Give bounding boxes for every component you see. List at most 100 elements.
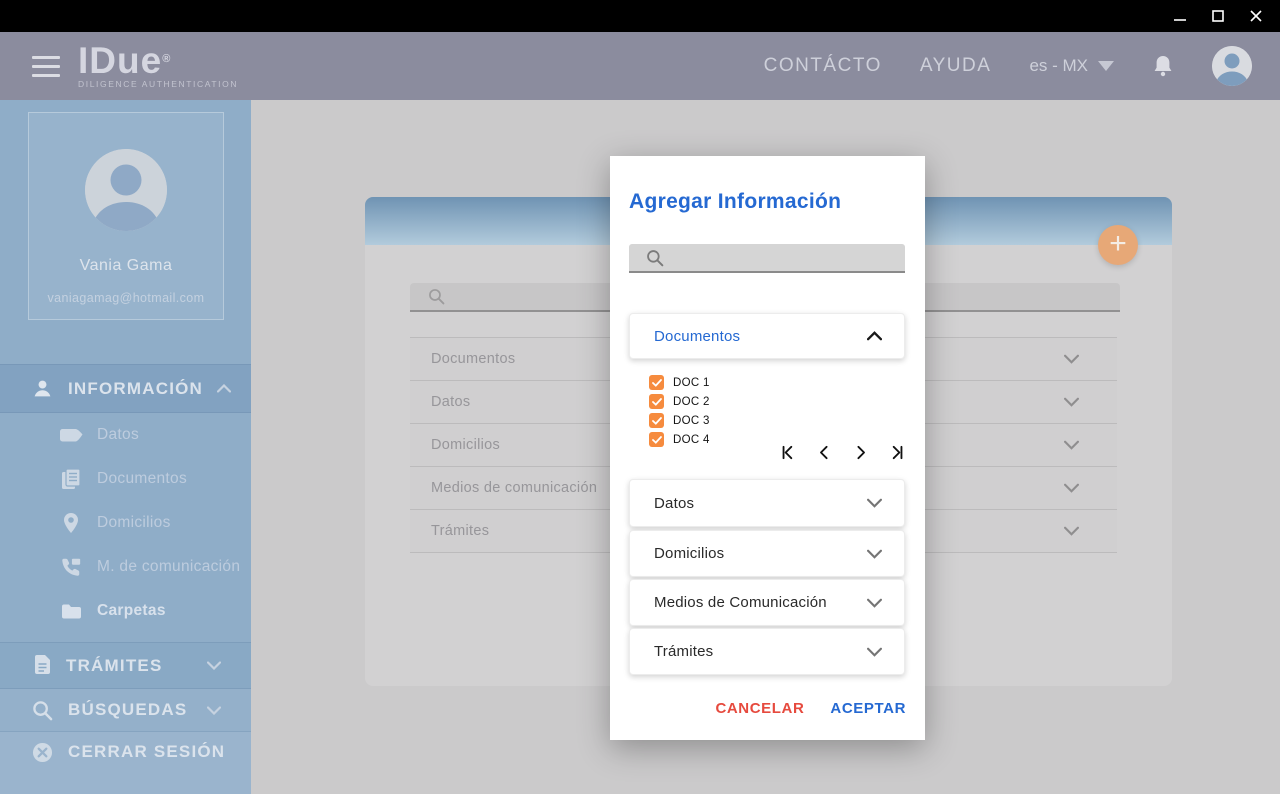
add-information-dialog: Agregar Información Documentos DOC 1 DOC… — [610, 156, 925, 740]
chevron-up-icon — [867, 331, 882, 341]
profile-card: Vania Gama vaniagamag@hotmail.com — [28, 112, 224, 320]
chevron-down-icon — [867, 549, 882, 559]
accordion-label: Documentos — [654, 328, 740, 345]
sidebar-item-documentos[interactable]: Documentos — [0, 457, 251, 501]
chevron-down-icon — [867, 498, 882, 508]
nav-contacto[interactable]: CONTÁCTO — [764, 55, 882, 77]
nav-ayuda[interactable]: AYUDA — [920, 55, 992, 77]
checkbox-checked-icon[interactable] — [649, 375, 664, 390]
row-label: Datos — [431, 394, 470, 410]
checkbox-checked-icon[interactable] — [649, 394, 664, 409]
accordion-tramites[interactable]: Trámites — [629, 628, 905, 675]
doc-checkbox-row[interactable]: DOC 1 — [649, 375, 710, 390]
window-titlebar — [0, 0, 1280, 32]
sidebar-item-label: Domicilios — [97, 514, 171, 532]
close-button[interactable] — [1248, 8, 1264, 24]
sidebar-section-tramites[interactable]: TRÁMITES — [0, 642, 251, 689]
chevron-up-icon — [217, 384, 231, 393]
section-label: BÚSQUEDAS — [68, 700, 187, 720]
profile-name: Vania Gama — [80, 257, 173, 275]
plus-icon: + — [1109, 230, 1127, 258]
sidebar-item-label: Datos — [97, 426, 139, 444]
pagination — [610, 442, 906, 462]
doc-label: DOC 3 — [673, 415, 710, 427]
maximize-button[interactable] — [1210, 8, 1226, 24]
chevron-down-icon — [1064, 397, 1079, 407]
row-label: Domicilios — [431, 437, 500, 453]
chevron-down-icon — [1064, 440, 1079, 450]
logo-subtitle: DILIGENCE AUTHENTICATION — [78, 79, 238, 89]
chevron-down-icon — [867, 647, 882, 657]
accordion-medios[interactable]: Medios de Comunicación — [629, 579, 905, 626]
section-label: TRÁMITES — [66, 656, 162, 676]
chevron-down-icon — [207, 706, 221, 715]
card-icon — [58, 429, 84, 442]
language-selector[interactable]: es - MX — [1029, 56, 1114, 76]
accordion-label: Trámites — [654, 643, 713, 660]
minimize-button[interactable] — [1172, 8, 1188, 24]
next-page-icon[interactable] — [850, 442, 870, 462]
chevron-down-icon — [867, 598, 882, 608]
sidebar-item-label: Documentos — [97, 470, 187, 488]
accordion-label: Datos — [654, 495, 694, 512]
accept-button[interactable]: ACEPTAR — [830, 700, 906, 717]
add-button[interactable]: + — [1098, 225, 1138, 265]
last-page-icon[interactable] — [886, 442, 906, 462]
close-circle-icon — [32, 742, 53, 763]
chevron-down-icon — [207, 661, 221, 670]
row-label: Trámites — [431, 523, 489, 539]
accordion-datos[interactable]: Datos — [629, 479, 905, 527]
chevron-down-icon — [1064, 354, 1079, 364]
caret-down-icon — [1098, 61, 1114, 71]
app-logo: IDue® DILIGENCE AUTHENTICATION — [78, 44, 238, 89]
logo-title: IDue — [78, 40, 162, 81]
chevron-down-icon — [1064, 526, 1079, 536]
user-avatar[interactable] — [1212, 46, 1252, 86]
informacion-submenu: Datos Documentos Domicilios M. de comuni… — [0, 413, 251, 633]
notifications-bell-icon[interactable] — [1152, 54, 1174, 78]
sidebar-item-datos[interactable]: Datos — [0, 413, 251, 457]
phone-icon — [58, 556, 84, 578]
dialog-search[interactable] — [629, 244, 905, 273]
dialog-search-input[interactable] — [674, 250, 905, 266]
app-header: IDue® DILIGENCE AUTHENTICATION CONTÁCTO … — [0, 32, 1280, 100]
sidebar-item-label: Carpetas — [97, 602, 166, 620]
sidebar: Vania Gama vaniagamag@hotmail.com INFORM… — [0, 100, 251, 794]
language-value: es - MX — [1029, 56, 1088, 76]
search-icon — [428, 288, 445, 305]
search-icon — [646, 249, 664, 267]
first-page-icon[interactable] — [778, 442, 798, 462]
registered-mark: ® — [162, 53, 171, 65]
checkbox-checked-icon[interactable] — [649, 413, 664, 428]
sidebar-section-informacion[interactable]: INFORMACIÓN — [0, 364, 251, 413]
profile-avatar — [85, 149, 167, 231]
sidebar-item-medios[interactable]: M. de comunicación — [0, 545, 251, 589]
doc-checkbox-row[interactable]: DOC 3 — [649, 413, 710, 428]
row-label: Medios de comunicación — [431, 480, 597, 496]
sidebar-item-label: M. de comunicación — [97, 558, 240, 576]
doc-checkbox-row[interactable]: DOC 2 — [649, 394, 710, 409]
sidebar-logout[interactable]: CERRAR SESIÓN — [0, 732, 251, 772]
sidebar-section-busquedas[interactable]: BÚSQUEDAS — [0, 689, 251, 732]
menu-icon[interactable] — [32, 56, 60, 77]
sidebar-item-carpetas[interactable]: Carpetas — [0, 589, 251, 633]
folder-icon — [58, 603, 84, 620]
sidebar-item-domicilios[interactable]: Domicilios — [0, 501, 251, 545]
accordion-domicilios[interactable]: Domicilios — [629, 530, 905, 577]
logout-label: CERRAR SESIÓN — [68, 742, 225, 762]
doc-label: DOC 2 — [673, 396, 710, 408]
previous-page-icon[interactable] — [814, 442, 834, 462]
doc-label: DOC 1 — [673, 377, 710, 389]
profile-email: vaniagamag@hotmail.com — [48, 291, 205, 305]
accordion-documentos[interactable]: Documentos — [629, 313, 905, 359]
search-icon — [32, 700, 53, 721]
accordion-label: Medios de Comunicación — [654, 594, 827, 611]
person-icon — [32, 378, 53, 399]
chevron-down-icon — [1064, 483, 1079, 493]
dialog-title: Agregar Información — [629, 190, 841, 214]
cancel-button[interactable]: CANCELAR — [715, 700, 804, 717]
location-pin-icon — [58, 512, 84, 534]
row-label: Documentos — [431, 351, 515, 367]
section-label: INFORMACIÓN — [68, 379, 203, 399]
file-icon — [34, 655, 51, 676]
